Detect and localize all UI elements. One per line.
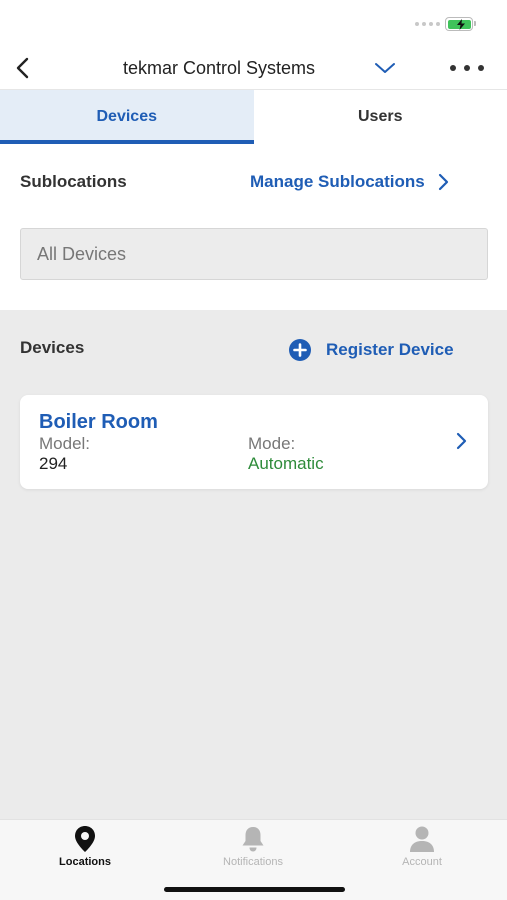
more-options-icon[interactable] xyxy=(450,58,484,78)
manage-sublocations-link[interactable]: Manage Sublocations xyxy=(250,172,449,192)
device-name: Boiler Room xyxy=(39,411,158,433)
status-bar xyxy=(0,0,507,48)
tab-users[interactable]: Users xyxy=(253,90,507,144)
bottom-tab-label: Notifications xyxy=(223,856,283,868)
bottom-tab-notifications[interactable]: Notifications xyxy=(198,824,308,868)
sublocations-section: Sublocations Manage Sublocations All Dev… xyxy=(0,144,507,310)
home-indicator[interactable] xyxy=(164,887,345,892)
devices-heading: Devices xyxy=(20,338,85,357)
register-device-label: Register Device xyxy=(326,340,454,359)
bell-icon xyxy=(239,824,267,854)
plus-circle-icon xyxy=(289,339,311,361)
signal-icon xyxy=(415,22,440,26)
model-value: 294 xyxy=(39,454,68,473)
location-pin-icon xyxy=(71,824,99,854)
back-arrow-icon[interactable] xyxy=(12,56,36,80)
battery-icon xyxy=(445,17,473,31)
tab-devices[interactable]: Devices xyxy=(0,90,254,144)
bottom-tab-label: Locations xyxy=(59,856,111,868)
chevron-right-icon[interactable] xyxy=(454,432,468,450)
register-device-button[interactable]: Register Device xyxy=(288,338,454,362)
sublocations-heading: Sublocations xyxy=(20,172,127,191)
device-card[interactable]: Boiler Room Model: 294 Mode: Automatic xyxy=(20,395,488,489)
bottom-tab-account[interactable]: Account xyxy=(367,824,477,868)
mode-value: Automatic xyxy=(248,454,324,473)
model-label: Model: xyxy=(39,434,91,453)
battery-cap xyxy=(474,21,476,26)
chevron-down-icon[interactable] xyxy=(374,60,396,76)
location-title[interactable]: tekmar Control Systems xyxy=(123,58,315,79)
tab-bar: Devices Users xyxy=(0,90,507,144)
bottom-tab-locations[interactable]: Locations xyxy=(30,824,140,868)
person-icon xyxy=(408,824,436,854)
chevron-right-icon xyxy=(438,173,448,191)
sublocation-filter-select[interactable]: All Devices xyxy=(20,228,488,280)
nav-bar: tekmar Control Systems xyxy=(0,48,507,90)
mode-label: Mode: xyxy=(248,434,296,453)
bottom-tab-label: Account xyxy=(402,856,442,868)
manage-sublocations-label: Manage Sublocations xyxy=(250,172,425,191)
